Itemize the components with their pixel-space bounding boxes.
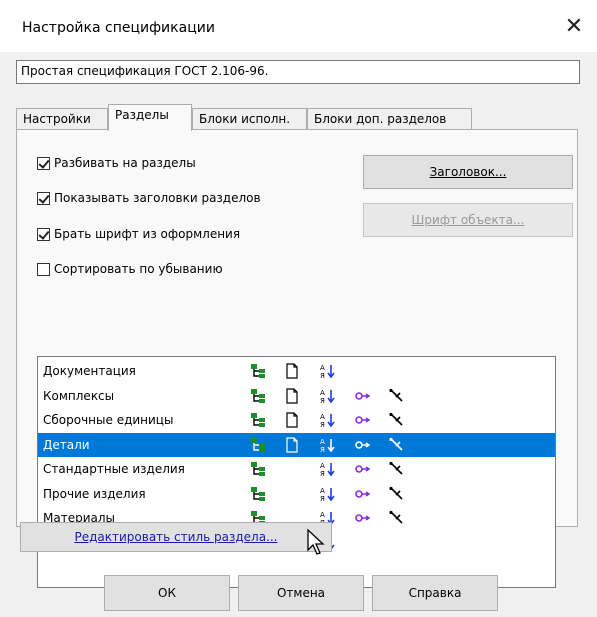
edit-section-style-label: Редактировать стиль раздела... [74, 530, 278, 544]
show-headers-checkbox[interactable]: Показывать заголовки разделов [37, 189, 261, 207]
svg-text:Я: Я [320, 372, 325, 379]
checkbox-label: Показывать заголовки разделов [54, 191, 261, 205]
use-layout-font-checkbox[interactable]: Брать шрифт из оформления [37, 225, 240, 243]
title-bar: Настройка спецификации ✕ [0, 0, 597, 52]
section-row[interactable]: Прочие изделия A Я [38, 482, 555, 506]
svg-text:Я: Я [320, 421, 325, 428]
section-label: Стандартные изделия [43, 462, 185, 476]
sort-icon[interactable]: AЯ [320, 437, 336, 454]
mouse-cursor-icon [307, 528, 325, 555]
svg-text:A: A [320, 413, 325, 421]
document-icon[interactable] [284, 387, 300, 404]
checkbox-label: Брать шрифт из оформления [54, 227, 241, 241]
header-button-label: Заголовок... [429, 165, 507, 179]
help-button[interactable]: Справка [372, 575, 498, 611]
tab-execution-blocks[interactable]: Блоки исполн. [192, 108, 307, 130]
document-icon[interactable] [284, 436, 300, 453]
cancel-button[interactable]: Отмена [238, 575, 364, 611]
sort-icon[interactable]: AЯ [320, 486, 336, 503]
link-icon[interactable] [354, 486, 371, 502]
tab-settings[interactable]: Настройки [16, 108, 108, 130]
pin-icon[interactable] [388, 461, 404, 477]
pin-icon[interactable] [388, 412, 404, 428]
checkbox-label: Сортировать по убыванию [54, 262, 223, 276]
dialog-body: Простая спецификация ГОСТ 2.106-96. Наст… [0, 52, 597, 617]
section-row[interactable]: Детали A Я [38, 432, 555, 457]
checkbox-box[interactable] [37, 262, 50, 276]
svg-text:A: A [320, 364, 325, 372]
document-icon[interactable] [284, 412, 300, 428]
tree-icon[interactable] [250, 388, 266, 404]
svg-text:Я: Я [320, 446, 325, 453]
checkbox-box[interactable] [37, 156, 50, 170]
tree-icon[interactable] [250, 363, 266, 379]
tree-icon[interactable] [250, 486, 266, 502]
object-font-button[interactable]: Шрифт объекта... [363, 203, 573, 237]
svg-text:Я: Я [320, 470, 325, 477]
sections-list[interactable]: Документация A Я Комплексы A Я Сборочные едини… [37, 356, 556, 588]
spec-name-field[interactable]: Простая спецификация ГОСТ 2.106-96. [16, 60, 580, 84]
svg-text:A: A [320, 511, 325, 519]
sort-icon[interactable]: AЯ [320, 412, 336, 429]
link-icon[interactable] [354, 388, 371, 404]
window-title: Настройка спецификации [22, 20, 215, 36]
svg-text:A: A [320, 438, 325, 446]
tab-sections[interactable]: Разделы [108, 104, 192, 131]
ok-button[interactable]: ОК [104, 575, 230, 611]
edit-section-style-button[interactable]: Редактировать стиль раздела... [20, 522, 332, 552]
pin-icon[interactable] [388, 388, 404, 404]
link-icon[interactable] [354, 437, 371, 453]
sort-icon[interactable]: AЯ [320, 388, 336, 405]
pin-icon[interactable] [388, 510, 404, 526]
checkbox-box[interactable] [37, 191, 50, 205]
section-label: Прочие изделия [43, 486, 146, 501]
tree-icon[interactable] [250, 412, 266, 428]
pin-icon[interactable] [388, 437, 404, 453]
section-row[interactable]: Сборочные единицы A Я [38, 408, 555, 432]
split-sections-checkbox[interactable]: Разбивать на разделы [37, 154, 196, 172]
section-label: Сборочные единицы [43, 413, 174, 427]
close-icon[interactable]: ✕ [551, 0, 597, 52]
link-icon[interactable] [354, 510, 371, 526]
section-row[interactable]: Стандартные изделия A Я [38, 457, 555, 481]
document-icon[interactable] [284, 363, 300, 379]
section-label: Комплексы [43, 388, 115, 403]
checkbox-label: Разбивать на разделы [54, 156, 196, 170]
link-icon[interactable] [354, 412, 371, 428]
tab-extra-section-blocks[interactable]: Блоки доп. разделов [307, 108, 472, 130]
checkbox-box[interactable] [37, 227, 50, 241]
section-label: Детали [43, 437, 90, 452]
tree-icon[interactable] [250, 461, 266, 477]
section-label: Документация [43, 364, 136, 378]
sections-panel: Разбивать на разделы Показывать заголовк… [16, 129, 578, 588]
object-font-button-label: Шрифт объекта... [411, 213, 525, 227]
svg-text:Я: Я [320, 495, 325, 502]
header-button[interactable]: Заголовок... [363, 155, 573, 189]
pin-icon[interactable] [388, 486, 404, 502]
svg-text:A: A [320, 462, 325, 470]
sort-icon[interactable]: AЯ [320, 363, 336, 380]
section-row[interactable]: Документация A Я [38, 359, 555, 383]
sort-icon[interactable]: AЯ [320, 461, 336, 478]
svg-text:Я: Я [320, 397, 325, 404]
tree-icon[interactable] [250, 437, 266, 453]
link-icon[interactable] [354, 461, 371, 477]
sort-descending-checkbox[interactable]: Сортировать по убыванию [37, 260, 223, 278]
svg-text:A: A [320, 487, 325, 495]
section-row[interactable]: Комплексы A Я [38, 384, 555, 408]
svg-text:A: A [320, 389, 325, 397]
